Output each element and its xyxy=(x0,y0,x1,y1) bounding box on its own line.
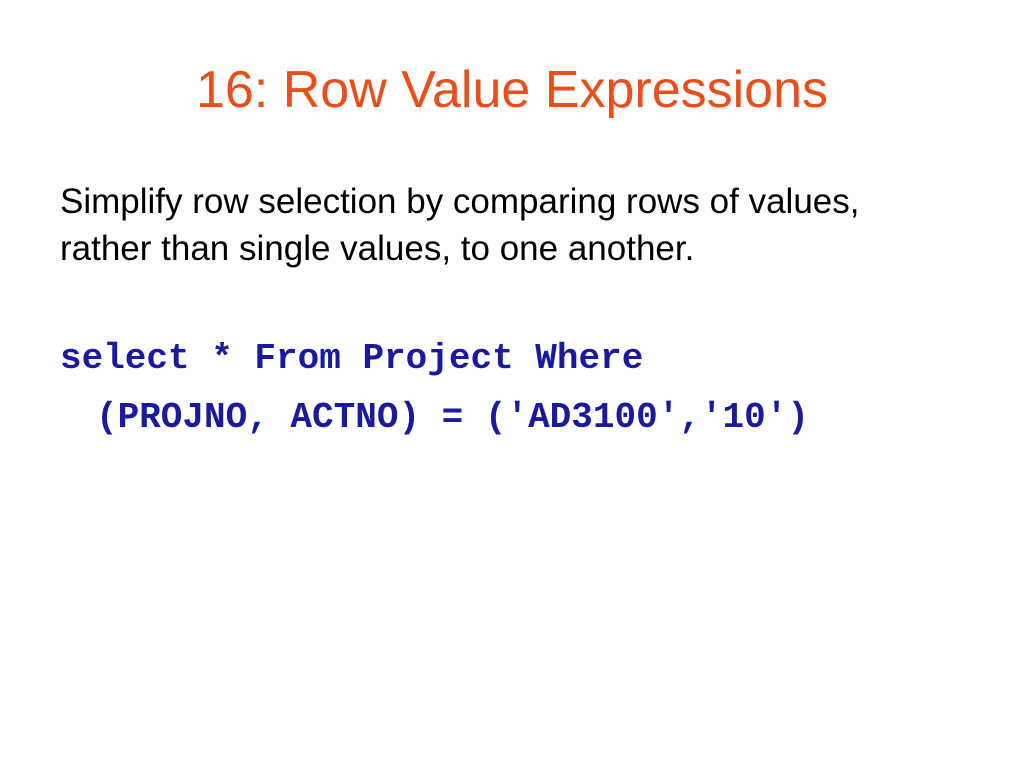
code-block: select * From Project Where (PROJNO, ACT… xyxy=(60,329,964,448)
slide-description: Simplify row selection by comparing rows… xyxy=(60,178,964,273)
code-line-1: select * From Project Where xyxy=(60,329,964,388)
slide-title: 16: Row Value Expressions xyxy=(60,60,964,120)
slide-container: 16: Row Value Expressions Simplify row s… xyxy=(0,0,1024,768)
code-line-2: (PROJNO, ACTNO) = ('AD3100','10') xyxy=(60,388,964,447)
